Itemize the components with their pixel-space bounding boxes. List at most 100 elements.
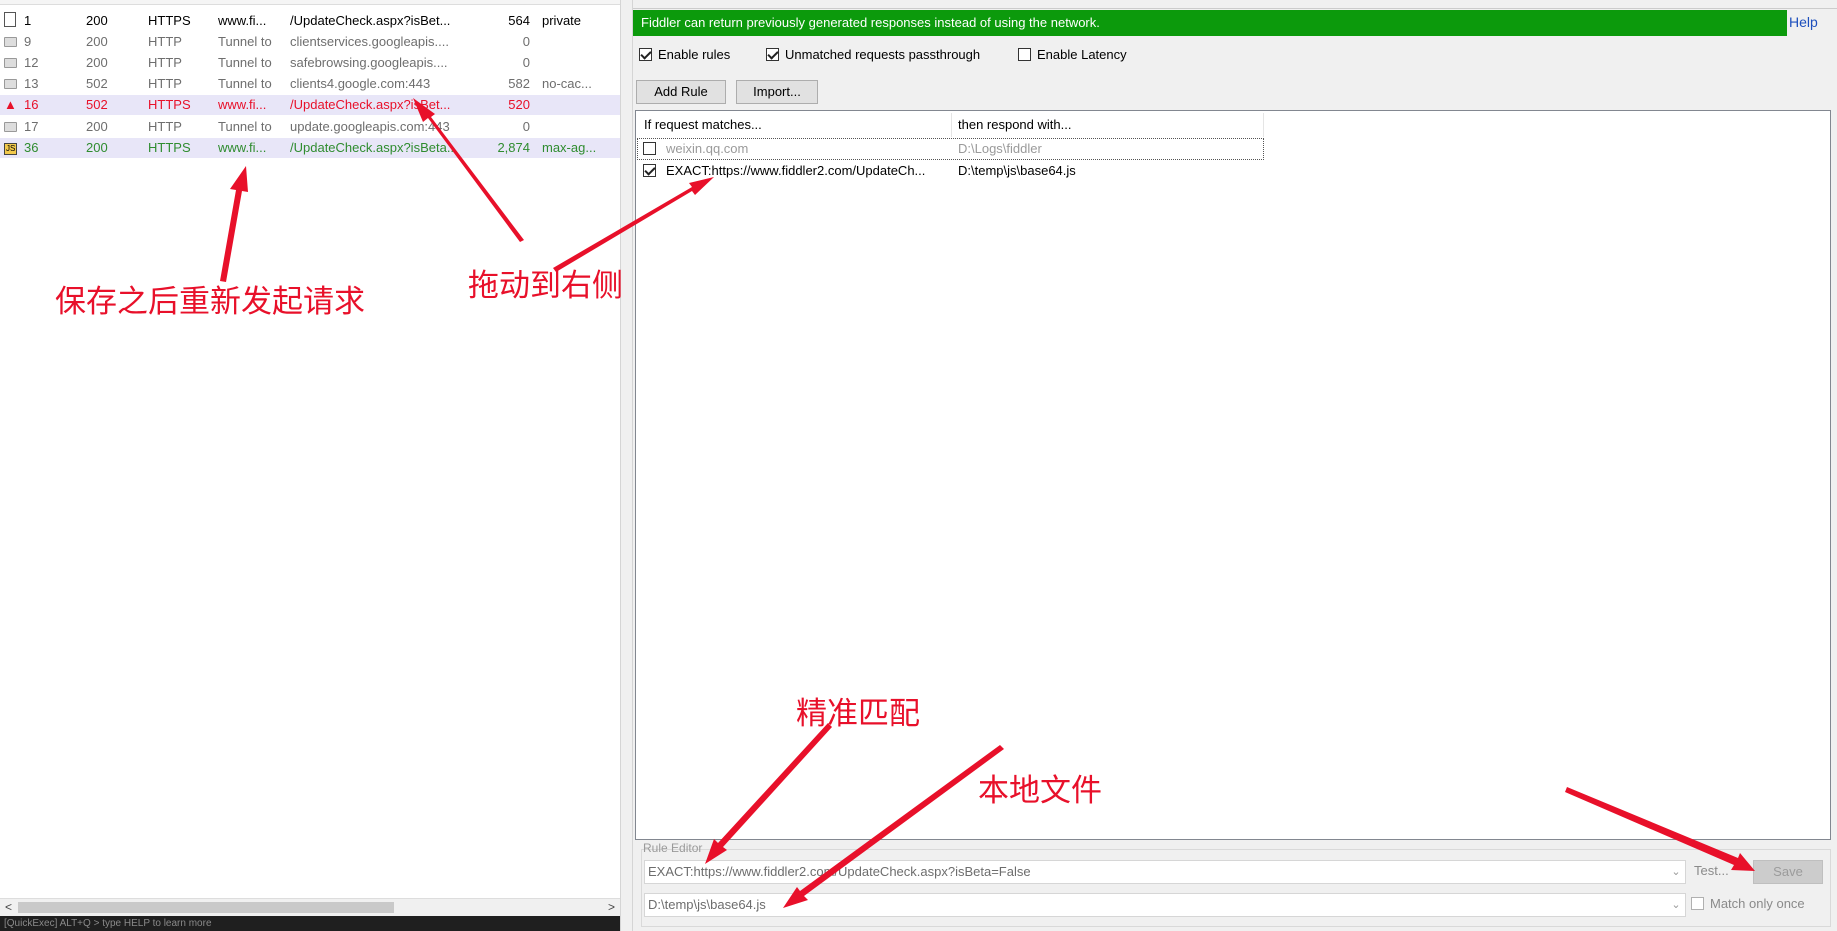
- session-host: Tunnel to: [218, 76, 272, 91]
- annotation-resend: 保存之后重新发起请求: [55, 284, 365, 320]
- autoresponder-banner: Fiddler can return previously generated …: [633, 10, 1787, 36]
- enable-rules-label: Enable rules: [658, 47, 731, 62]
- session-host: Tunnel to: [218, 119, 272, 134]
- session-protocol: HTTPS: [148, 13, 191, 28]
- enable-rules-option[interactable]: Enable rules: [639, 46, 730, 64]
- session-body-size: 582: [508, 76, 530, 91]
- session-body-size: 520: [508, 97, 530, 112]
- pane-splitter[interactable]: [620, 0, 633, 931]
- rule-match-text: weixin.qq.com: [666, 141, 749, 156]
- session-caching: max-ag...: [542, 140, 597, 155]
- session-url: /UpdateCheck.aspx?isBet...: [290, 13, 451, 28]
- session-protocol: HTTP: [148, 76, 182, 91]
- lock-icon: [4, 32, 20, 52]
- session-number: 17: [24, 119, 39, 134]
- session-body-size: 2,874: [497, 140, 530, 155]
- rule-match-text: EXACT:https://www.fiddler2.com/UpdateCh.…: [666, 163, 926, 178]
- session-url: /UpdateCheck.aspx?isBeta...: [290, 140, 458, 155]
- autoresponder-pane: Fiddler can return previously generated …: [633, 0, 1837, 931]
- match-only-once-option[interactable]: Match only once: [1691, 896, 1805, 911]
- page-icon: [4, 11, 20, 31]
- inspector-tab-strip[interactable]: [633, 0, 1837, 9]
- enable-latency-option[interactable]: Enable Latency: [1018, 46, 1127, 64]
- session-body-size: 564: [508, 13, 530, 28]
- column-header-match[interactable]: If request matches...: [638, 113, 952, 137]
- session-number: 9: [24, 34, 32, 49]
- session-number: 12: [24, 55, 39, 70]
- session-protocol: HTTPS: [148, 97, 191, 112]
- session-row[interactable]: 1 200 HTTPS www.fi... /UpdateCheck.aspx?isBe…: [0, 11, 620, 31]
- horizontal-scrollbar[interactable]: < >: [0, 898, 620, 916]
- save-button[interactable]: Save: [1753, 860, 1823, 884]
- chevron-down-icon[interactable]: ⌄: [1667, 861, 1685, 883]
- session-row[interactable]: ▲ 16 502 HTTPS www.fi... /UpdateCheck.aspx?is…: [0, 95, 620, 115]
- session-result: 200: [86, 119, 108, 134]
- session-host: Tunnel to: [218, 34, 272, 49]
- rule-match-value: EXACT:https://www.fiddler2.com/UpdateChe…: [648, 864, 1031, 879]
- session-protocol: HTTP: [148, 119, 182, 134]
- session-body-size: 0: [522, 55, 530, 70]
- rule-respond-input[interactable]: D:\temp\js\base64.js ⌄: [644, 893, 1686, 917]
- unmatched-passthrough-checkbox[interactable]: [766, 48, 779, 61]
- session-host: www.fi...: [218, 140, 267, 155]
- rule-enabled-checkbox[interactable]: [643, 142, 656, 155]
- session-caching: no-cac...: [542, 76, 592, 91]
- session-host: www.fi...: [218, 13, 267, 28]
- rule-editor-label: Rule Editor: [643, 841, 703, 855]
- annotation-local-file: 本地文件: [978, 773, 1102, 809]
- scroll-left-icon[interactable]: <: [0, 899, 17, 916]
- session-protocol: HTTP: [148, 34, 182, 49]
- session-body-size: 0: [522, 34, 530, 49]
- rule-respond-text: D:\temp\js\base64.js: [958, 163, 1076, 178]
- enable-latency-checkbox[interactable]: [1018, 48, 1031, 61]
- session-number: 13: [24, 76, 39, 91]
- enable-latency-label: Enable Latency: [1037, 47, 1127, 62]
- scroll-right-icon[interactable]: >: [603, 899, 620, 916]
- session-row[interactable]: 9 200 HTTP Tunnel to clientservices.googleap…: [0, 32, 620, 52]
- session-url: clients4.google.com:443: [290, 76, 431, 91]
- match-only-once-label: Match only once: [1710, 896, 1805, 911]
- rule-row[interactable]: weixin.qq.com D:\Logs\fiddler: [637, 138, 1264, 160]
- session-row[interactable]: JS 36 200 HTTPS www.fi... /UpdateCheck.aspx?i…: [0, 138, 620, 158]
- session-url: safebrowsing.googleapis....: [290, 55, 448, 70]
- rule-enabled-checkbox[interactable]: [643, 164, 656, 177]
- session-result: 502: [86, 76, 108, 91]
- quickexec-input[interactable]: [QuickExec] ALT+Q > type HELP to learn m…: [0, 916, 620, 931]
- rule-match-input[interactable]: EXACT:https://www.fiddler2.com/UpdateChe…: [644, 860, 1686, 884]
- enable-rules-checkbox[interactable]: [639, 48, 652, 61]
- unmatched-passthrough-option[interactable]: Unmatched requests passthrough: [766, 46, 980, 64]
- session-number: 16: [24, 97, 39, 112]
- session-list-pane: 1 2 0 0 HTTPS www.fi... /UpdateCheck.aspx?isBe…: [0, 0, 620, 931]
- annotation-drag: 拖动到右侧: [468, 268, 623, 304]
- annotation-exact: 精准匹配: [796, 696, 920, 732]
- import-button[interactable]: Import...: [736, 80, 818, 104]
- session-caching: private: [542, 13, 582, 28]
- session-url: /UpdateCheck.aspx?isBet...: [290, 97, 451, 112]
- lock-icon: [4, 74, 20, 94]
- test-button[interactable]: Test...: [1694, 863, 1729, 878]
- chevron-down-icon[interactable]: ⌄: [1667, 894, 1685, 916]
- lock-icon: [4, 117, 20, 137]
- session-row[interactable]: 17 200 HTTP Tunnel to update.googleapis.com:…: [0, 117, 620, 137]
- session-list-header[interactable]: [0, 0, 620, 5]
- column-header-respond[interactable]: then respond with...: [952, 113, 1264, 137]
- js-file-icon: JS: [4, 143, 18, 155]
- session-row[interactable]: 13 502 HTTP Tunnel to clients4.google.com:44…: [0, 74, 620, 94]
- warning-icon: ▲: [4, 97, 17, 112]
- session-url: clientservices.googleapis....: [290, 34, 449, 49]
- help-link[interactable]: Help: [1789, 14, 1818, 30]
- session-host: Tunnel to: [218, 55, 272, 70]
- session-number: 36: [24, 140, 39, 155]
- add-rule-button[interactable]: Add Rule: [636, 80, 726, 104]
- scrollbar-thumb[interactable]: [18, 902, 394, 913]
- session-result: 200: [86, 34, 108, 49]
- lock-icon: [4, 53, 20, 73]
- match-only-once-checkbox[interactable]: [1691, 897, 1704, 910]
- rule-respond-text: D:\Logs\fiddler: [958, 141, 1042, 156]
- session-row[interactable]: 12 200 HTTP Tunnel to safebrowsing.googleapi…: [0, 53, 620, 73]
- unmatched-passthrough-label: Unmatched requests passthrough: [785, 47, 981, 62]
- rule-row[interactable]: EXACT:https://www.fiddler2.com/UpdateCh.…: [638, 161, 1263, 181]
- session-host: www.fi...: [218, 97, 267, 112]
- session-protocol: HTTPS: [148, 140, 191, 155]
- session-result: 200: [86, 55, 108, 70]
